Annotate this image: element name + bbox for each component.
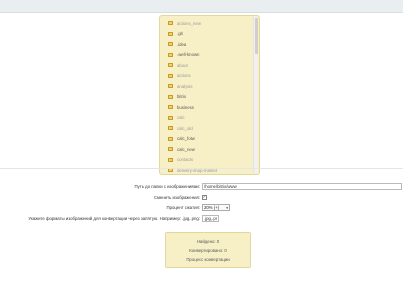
top-bar: [0, 0, 403, 13]
folder-icon: [168, 31, 173, 36]
folder-label: calc_old: [177, 125, 193, 131]
folder-item[interactable]: analysis: [168, 81, 253, 92]
replace-row: Сменить изображения: ✓: [0, 194, 403, 201]
status-panel: Найдено: 0 Конвертировано: 0 Процесс кон…: [165, 232, 251, 268]
formats-label: Укажите форматы изображений для конверта…: [28, 216, 200, 221]
folder-icon: [168, 147, 173, 152]
folder-label: analysis: [177, 83, 193, 89]
folder-item[interactable]: business: [168, 102, 253, 113]
quality-select-value: 20% (+): [204, 205, 220, 210]
folder-icon: [168, 115, 173, 120]
folder-label: calc_fotw: [177, 136, 195, 142]
folder-label: .well-known: [177, 52, 200, 58]
folder-icon: [168, 136, 173, 141]
replace-label: Сменить изображения:: [153, 194, 200, 200]
folder-label: contacts: [177, 157, 194, 163]
folder-item[interactable]: delivery-shop-market: [168, 165, 253, 174]
folder-label: .idea: [177, 41, 187, 47]
folder-item[interactable]: actions_new: [168, 18, 253, 29]
quality-label: Процент сжатия:: [166, 205, 200, 210]
quality-select[interactable]: 20% (+) ▾: [202, 204, 230, 211]
folder-tree-list: actions_new .git .idea .well-known about acti…: [168, 18, 253, 174]
folder-label: business: [177, 104, 194, 110]
checkmark-icon: ✓: [202, 194, 207, 199]
folder-item[interactable]: about: [168, 60, 253, 71]
folder-item[interactable]: .well-known: [168, 50, 253, 61]
folder-icon: [168, 42, 173, 47]
folder-label: bitrix: [177, 94, 187, 100]
folder-icon: [168, 84, 173, 89]
folder-icon: [168, 157, 173, 162]
path-label: Путь до папки с изображениями:: [134, 184, 200, 189]
folder-item[interactable]: calc: [168, 113, 253, 124]
folder-label: calc_new: [177, 146, 195, 152]
conversion-progress: Процесс конвертации: [186, 257, 230, 262]
folder-item[interactable]: actions: [168, 71, 253, 82]
folder-tree-panel[interactable]: actions_new .git .idea .well-known about acti…: [159, 15, 260, 175]
folder-icon: [168, 126, 173, 131]
formats-row: Укажите форматы изображений для конверта…: [0, 215, 403, 222]
folder-label: about: [177, 62, 188, 68]
folder-icon: [168, 73, 173, 78]
folder-label: actions: [177, 73, 191, 79]
folder-item[interactable]: calc_old: [168, 123, 253, 134]
formats-input[interactable]: [202, 215, 219, 222]
replace-checkbox[interactable]: ✓: [202, 194, 207, 200]
folder-icon: [168, 94, 173, 99]
chevron-down-icon: ▾: [226, 205, 228, 210]
folder-icon: [168, 52, 173, 57]
folder-icon: [168, 63, 173, 68]
folder-item[interactable]: .git: [168, 29, 253, 40]
folder-label: actions_new: [177, 20, 201, 26]
section-divider: [0, 168, 403, 169]
folder-label: calc: [177, 115, 185, 121]
folder-item[interactable]: calc_fotw: [168, 134, 253, 145]
folder-icon: [168, 105, 173, 110]
folder-item[interactable]: .idea: [168, 39, 253, 50]
path-input[interactable]: [202, 183, 402, 190]
folder-item[interactable]: calc_new: [168, 144, 253, 155]
folder-item[interactable]: bitrix: [168, 92, 253, 103]
folder-item[interactable]: contacts: [168, 155, 253, 166]
folder-tree-scrollbar[interactable]: [253, 17, 258, 173]
found-count: Найдено: 0: [196, 239, 220, 244]
path-row: Путь до папки с изображениями:: [0, 183, 403, 190]
quality-row: Процент сжатия: 20% (+) ▾: [0, 204, 403, 211]
scrollbar-thumb[interactable]: [254, 18, 258, 54]
folder-icon: [168, 21, 173, 26]
converted-count: Конвертировано: 0: [189, 248, 227, 253]
folder-label: .git: [177, 31, 183, 37]
